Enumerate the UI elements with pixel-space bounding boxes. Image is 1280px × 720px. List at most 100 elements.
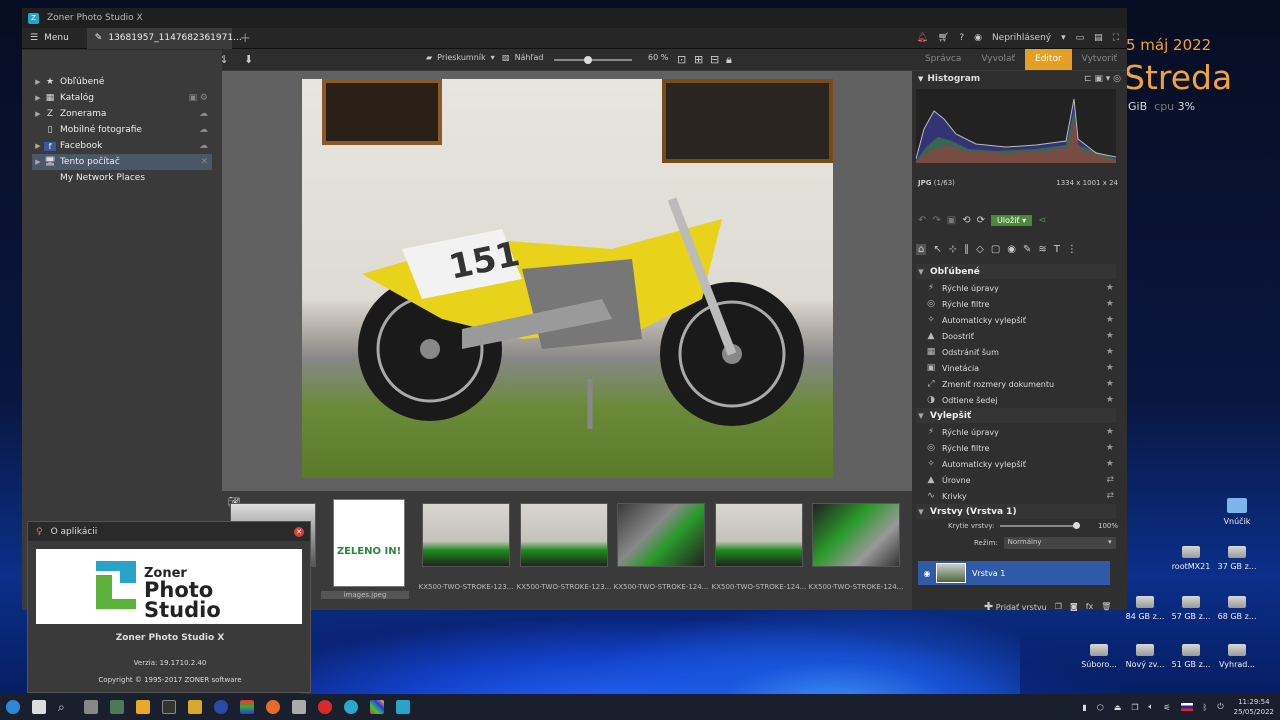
opacity-slider[interactable] — [1000, 522, 1081, 529]
tool-quick-filters[interactable]: ◎ Rýchle filtre ★ — [924, 296, 1114, 312]
mask-icon[interactable]: ◙ — [1070, 602, 1078, 611]
chevron-down-icon[interactable]: ▼ — [916, 508, 926, 516]
zoner-taskbar-icon[interactable] — [396, 700, 410, 714]
network-icon[interactable]: ⚟ — [1163, 703, 1170, 712]
mode-manager[interactable]: Správca — [915, 49, 971, 70]
effects-icon[interactable]: ≋ — [1038, 244, 1046, 255]
rotate-left-icon[interactable]: ⟲ — [962, 215, 970, 226]
tab-document[interactable]: ✎ 13681957_1147682361971... — [86, 27, 242, 49]
star-icon[interactable]: ★ — [1106, 347, 1114, 357]
tool-levels[interactable]: ▲ Úrovne ⇄ — [924, 472, 1114, 488]
nav-item-favorites[interactable]: ▶ ★ Obľúbené — [32, 74, 212, 90]
link-icon[interactable]: ⇄ — [1106, 491, 1114, 501]
tool-resize-document[interactable]: ⤢ Zmeniť rozmery dokumentu ★ — [924, 376, 1114, 392]
package-icon[interactable]: ⬡ — [1097, 703, 1104, 712]
zoom-slider[interactable] — [554, 56, 632, 64]
section-favorites[interactable]: ▼ Obľúbené — [916, 264, 1116, 279]
link-icon[interactable]: ⇄ — [1106, 475, 1114, 485]
straighten-icon[interactable]: ∥ — [964, 244, 969, 255]
volume-icon[interactable]: 🔈︎ — [1149, 702, 1154, 712]
tool-auto-enhance-2[interactable]: ✧ Automaticky vylepšiť ★ — [924, 456, 1114, 472]
title-bar[interactable]: Z Zoner Photo Studio X — [22, 8, 1127, 28]
star-icon[interactable]: ★ — [1106, 379, 1114, 389]
save-button[interactable]: Uložiť ▾ — [991, 215, 1033, 226]
star-icon[interactable]: ★ — [1106, 395, 1114, 405]
firefox-icon[interactable] — [266, 700, 280, 714]
notes-icon[interactable] — [188, 700, 202, 714]
thumbnail-images-jpeg[interactable]: ZELENO IN! — [333, 499, 405, 587]
more-icon[interactable]: ⋮ — [1067, 244, 1077, 255]
new-tab-button[interactable]: + — [240, 31, 251, 46]
trash-icon[interactable]: 🗑︎ — [1101, 602, 1111, 611]
frame-icon[interactable]: ▢ — [991, 244, 1000, 255]
mode-editor[interactable]: Editor — [1025, 49, 1072, 70]
fullscreen-icon[interactable]: ⛶ — [1113, 33, 1119, 43]
history-icon[interactable]: ▣ — [947, 215, 956, 226]
mode-develop[interactable]: Vyvolať — [971, 49, 1025, 70]
image-canvas[interactable]: 151 — [222, 71, 912, 491]
printer-icon[interactable] — [292, 700, 306, 714]
text-icon[interactable]: T — [1054, 244, 1060, 255]
tool-grayscale[interactable]: ◑ Odtiene šedej ★ — [924, 392, 1114, 408]
notification-icon[interactable]: 🔔︎ — [916, 33, 927, 43]
explorer-dropdown[interactable]: ▰ Prieskumník ▾ — [426, 53, 495, 62]
edge-icon[interactable] — [344, 700, 358, 714]
tool-noise-removal[interactable]: ▦ Odstrániť šum ★ — [924, 344, 1114, 360]
chevron-right-icon[interactable]: ▶ — [32, 142, 44, 150]
star-icon[interactable]: ★ — [1106, 427, 1114, 437]
star-icon[interactable]: ★ — [1106, 331, 1114, 341]
pointer-icon[interactable]: ↖ — [933, 244, 941, 255]
layer-item[interactable]: ◉ Vrstva 1 — [918, 561, 1110, 585]
desktop-icon-vnucik[interactable]: Vnúčik — [1207, 498, 1267, 526]
star-icon[interactable]: ★ — [1106, 459, 1114, 469]
user-icon[interactable]: ◉ — [974, 33, 982, 43]
folder-icon[interactable] — [136, 700, 150, 714]
import-icon[interactable]: ⬇ — [244, 53, 253, 66]
app-icon[interactable] — [110, 700, 124, 714]
bluetooth-icon[interactable]: ᛒ — [1203, 703, 1208, 712]
thumbnail-kx500-4[interactable] — [715, 503, 803, 567]
app-launcher-icon[interactable] — [32, 700, 46, 714]
tool-curves[interactable]: ∿ Krivky ⇄ — [924, 488, 1114, 504]
duplicate-icon[interactable]: ❐ — [1055, 602, 1062, 611]
transform-icon[interactable]: ◇ — [976, 244, 984, 255]
zoom-slider-knob[interactable] — [584, 56, 592, 64]
tool-sharpen[interactable]: ▲ Doostriť ★ — [924, 328, 1114, 344]
thumbnail-kx500-1[interactable] — [422, 503, 510, 567]
search-icon[interactable]: ⌕ — [58, 700, 72, 714]
layout-icon[interactable]: ▤ — [1094, 33, 1103, 43]
files-icon[interactable] — [84, 700, 98, 714]
user-menu[interactable]: Neprihlásený — [992, 33, 1051, 43]
lock-icon[interactable]: 🔒︎ — [726, 53, 732, 67]
clock[interactable]: 11:29:54 25/05/2022 — [1234, 697, 1274, 717]
star-icon[interactable]: ★ — [1106, 283, 1114, 293]
nav-item-catalog[interactable]: ▶ ▦ Katalóg ▣ ⚙ — [32, 90, 212, 106]
chevron-down-icon[interactable]: ▾ — [1061, 33, 1066, 43]
fx-icon[interactable]: fx — [1086, 602, 1094, 611]
star-icon[interactable]: ★ — [1106, 363, 1114, 373]
brush-icon[interactable]: ✎ — [1023, 244, 1031, 255]
redo-icon[interactable]: ↷ — [932, 215, 940, 226]
power-icon[interactable]: ⏻ — [1217, 702, 1223, 712]
eye-icon[interactable]: ◉ — [1007, 244, 1016, 255]
blend-mode-select[interactable]: Normálny ▾ — [1003, 537, 1116, 549]
desktop-icon-drive-37[interactable]: 37 GB z... — [1207, 546, 1267, 571]
rotate-right-icon[interactable]: ⟳ — [977, 215, 985, 226]
crop-icon[interactable]: ⊹ — [949, 244, 957, 255]
mode-create[interactable]: Vytvoriť — [1072, 49, 1127, 70]
desktop-icon-drive-68[interactable]: 68 GB z... — [1207, 596, 1267, 621]
keyboard-layout-icon[interactable] — [1180, 703, 1193, 711]
preview-toggle[interactable]: ▨ Náhľad — [502, 53, 544, 62]
nav-item-this-computer[interactable]: ▶ 🖥︎ Tento počítač ✕ — [32, 154, 212, 170]
gear-icon[interactable]: ▣ ⚙ — [189, 93, 212, 103]
pin-icon[interactable]: ✕ — [200, 157, 212, 167]
desktop-icon-reserved[interactable]: Vyhrad... — [1207, 644, 1267, 669]
histogram-options-icon[interactable]: ⊏ ▣ ▾ ◎ — [1084, 74, 1127, 84]
star-icon[interactable]: ★ — [1106, 299, 1114, 309]
window-icon[interactable]: ▭ — [1076, 33, 1085, 43]
help-icon[interactable]: ? — [959, 33, 964, 43]
about-dialog-header[interactable]: ♀ O aplikácii ✕ — [28, 522, 310, 541]
tool-quick-edits[interactable]: ⚡︎ Rýchle úpravy ★ — [924, 280, 1114, 296]
histogram-header[interactable]: ▼ Histogram ⊏ ▣ ▾ ◎ — [912, 71, 1127, 87]
close-icon[interactable]: ✕ — [294, 526, 304, 537]
